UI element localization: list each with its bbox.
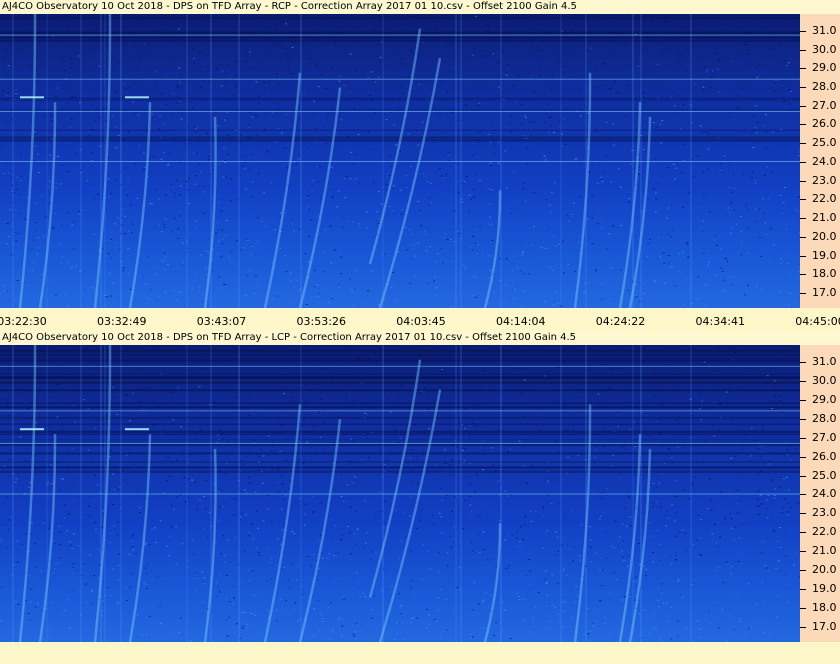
- y-tick-label: 30.0: [800, 43, 840, 56]
- y-tick-label: 22.0: [800, 526, 840, 538]
- x-tick-label: 04:34:41: [695, 315, 745, 328]
- y-tick-label: 25.0: [800, 137, 840, 149]
- y-tick-label: 29.0: [800, 393, 840, 406]
- lcp-title: AJ4CO Observatory 10 Oct 2018 - DPS on T…: [0, 331, 840, 345]
- rcp-panel: AJ4CO Observatory 10 Oct 2018 - DPS on T…: [0, 0, 840, 330]
- y-tick-label: 24.0: [800, 488, 840, 500]
- y-tick-label: 31.0: [800, 356, 840, 368]
- rcp-spectrogram-plot: [0, 14, 800, 308]
- x-tick-label: 04:14:04: [496, 315, 546, 328]
- y-tick-label: 17.0: [800, 287, 840, 299]
- x-tick-label: 03:22:30: [0, 315, 47, 328]
- lcp-panel: AJ4CO Observatory 10 Oct 2018 - DPS on T…: [0, 331, 840, 664]
- lcp-frequency-axis: 31.0 30.0 29.0 28.0 27.0 26.0 25.0 24.0 23.0 22.0…: [800, 345, 840, 642]
- y-tick-label: 28.0: [800, 412, 840, 425]
- x-tick-label: 04:03:45: [396, 315, 446, 328]
- y-tick-label: 31.0: [800, 24, 840, 37]
- y-tick-label: 19.0: [800, 583, 840, 595]
- y-tick-label: 26.0: [800, 118, 840, 130]
- y-tick-label: 21.0: [800, 545, 840, 557]
- y-tick-label: 18.0: [800, 601, 840, 614]
- x-tick-label: 03:32:49: [97, 315, 147, 328]
- y-tick-label: 17.0: [800, 620, 840, 633]
- x-tick-label: 03:43:07: [196, 315, 247, 328]
- y-tick-label: 25.0: [800, 469, 840, 482]
- y-tick-label: 20.0: [800, 564, 840, 576]
- y-tick-label: 24.0: [800, 155, 840, 168]
- x-tick-label: 03:53:26: [296, 315, 346, 328]
- y-tick-label: 30.0: [800, 374, 840, 387]
- y-tick-label: 28.0: [800, 81, 840, 93]
- y-tick-label: 27.0: [800, 431, 840, 444]
- y-tick-label: 21.0: [800, 212, 840, 224]
- y-tick-label: 23.0: [800, 174, 840, 187]
- rcp-frequency-axis: 31.0 30.0 29.0 28.0 27.0 26.0 25.0 24.0 23.0 22.0…: [800, 14, 840, 308]
- rcp-title: AJ4CO Observatory 10 Oct 2018 - DPS on T…: [0, 0, 840, 14]
- lcp-spectrogram-plot: [0, 345, 800, 642]
- lcp-spectrogram: [0, 345, 800, 642]
- y-tick-label: 29.0: [800, 62, 840, 74]
- y-tick-label: 26.0: [800, 450, 840, 463]
- y-tick-label: 27.0: [800, 99, 840, 112]
- y-tick-label: 23.0: [800, 507, 840, 519]
- y-tick-label: 18.0: [800, 268, 840, 280]
- y-tick-label: 22.0: [800, 193, 840, 205]
- x-tick-label: 04:24:22: [595, 315, 646, 328]
- rcp-spectrogram: [0, 14, 800, 308]
- bottom-strip: [0, 642, 840, 664]
- y-tick-label: 20.0: [800, 230, 840, 243]
- time-axis: 03:22:30 03:32:49 03:43:07 03:53:26 04:03:45…: [0, 308, 840, 330]
- y-tick-label: 19.0: [800, 249, 840, 262]
- x-tick-label: 04:45:00: [795, 315, 840, 328]
